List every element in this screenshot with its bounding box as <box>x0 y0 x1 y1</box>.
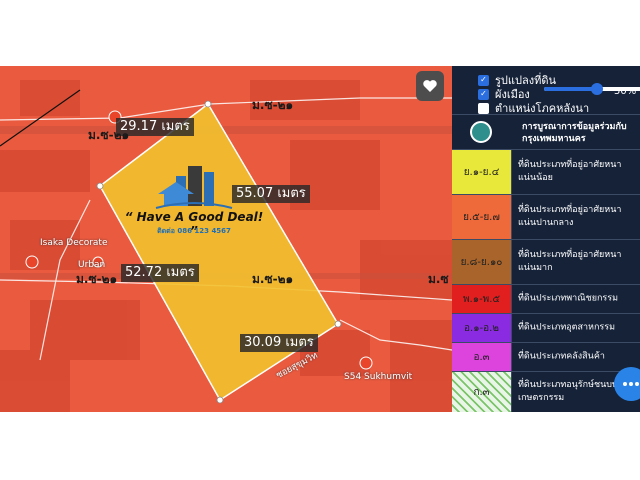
legend-desc: ที่ดินประเภทที่อยู่อาศัยหนาแน่นมาก <box>518 250 622 273</box>
legend-swatch: ย.๕-ย.๗ <box>452 195 512 239</box>
favorite-button[interactable] <box>416 71 444 101</box>
legend-row: ย.๘-ย.๑๐ ที่ดินประเภทที่อยู่อาศัยหนาแน่น… <box>452 240 640 285</box>
legend-title: การบูรณาการข้อมูลร่วมกับ กรุงเทพมหานคร <box>522 122 627 144</box>
building-logo-icon <box>155 166 233 209</box>
road-label: ม.ซ <box>428 272 449 286</box>
place-marker <box>25 255 39 269</box>
more-dots-icon <box>623 382 639 386</box>
opacity-slider-fill <box>544 87 594 91</box>
legend-swatch: ย.๑-ย.๔ <box>452 150 512 194</box>
legend-row: ก.๓ ที่ดินประเภทอนุรักษ์ชนบทและเกษตรกรรม <box>452 372 640 412</box>
checkbox-cityplan[interactable] <box>478 88 489 100</box>
legend-row: พ.๑-พ.๕ ที่ดินประเภทพาณิชยกรรม <box>452 285 640 314</box>
road-label: ม.ซ-๒๑ <box>252 272 294 286</box>
building-footprint <box>0 350 70 412</box>
legend-row: อ.๑-อ.๒ ที่ดินประเภทอุตสาหกรรม <box>452 314 640 343</box>
legend-swatch: อ.๓ <box>452 343 512 371</box>
more-options-button[interactable] <box>614 367 640 401</box>
layer-panel: รูปแปลงที่ดิน ผังเมือง 50% ตำแหน่งโภคหลั… <box>452 66 640 412</box>
legend-swatch: อ.๑-อ.๒ <box>452 314 512 342</box>
legend-row: อ.๓ ที่ดินประเภทคลังสินค้า <box>452 343 640 372</box>
place-label: S54 Sukhumvit <box>344 372 413 382</box>
parcel-vertex <box>96 182 104 190</box>
bma-seal-icon <box>470 121 492 143</box>
map-top-strip <box>324 0 452 72</box>
dimension-label: 52.72 เมตร <box>121 264 199 282</box>
legend-header: การบูรณาการข้อมูลร่วมกับ กรุงเทพมหานคร <box>452 114 640 150</box>
zoning-map[interactable]: 29.17 เมตร 55.07 เมตร 52.72 เมตร 30.09 เ… <box>0 66 452 412</box>
legend-swatch: พ.๑-พ.๕ <box>452 285 512 313</box>
logo-subtitle: ติดต่อ 086 123 4567 <box>157 227 231 235</box>
legend-desc: ที่ดินประเภทพาณิชยกรรม <box>518 293 619 304</box>
place-label: Urban <box>78 260 106 270</box>
legend-desc: ที่ดินประเภทคลังสินค้า <box>518 351 605 362</box>
place-marker <box>359 356 373 370</box>
legend-desc: ที่ดินประเภทที่อยู่อาศัยหนาแน่นน้อย <box>518 160 622 183</box>
checkbox-parcel[interactable] <box>478 74 489 86</box>
road-strip <box>0 126 452 134</box>
agent-logo: “ Have A Good Deal! ” ติดต่อ 086 123 456… <box>124 164 264 244</box>
parcel-vertex <box>216 396 224 404</box>
legend-swatch: ย.๘-ย.๑๐ <box>452 240 512 284</box>
opacity-value: 50% <box>614 86 637 97</box>
legend-swatch: ก.๓ <box>452 372 512 412</box>
legend-row: ย.๑-ย.๔ ที่ดินประเภทที่อยู่อาศัยหนาแน่นน… <box>452 150 640 195</box>
building-footprint <box>390 320 452 412</box>
heart-icon <box>423 80 437 92</box>
legend-desc: ที่ดินประเภทที่อยู่อาศัยหนาแน่นปานกลาง <box>518 205 622 228</box>
legend-row: ย.๕-ย.๗ ที่ดินประเภทที่อยู่อาศัยหนาแน่นป… <box>452 195 640 240</box>
road-label: ม.ซ-๒๑ <box>88 128 130 142</box>
dimension-label: 30.09 เมตร <box>240 334 318 352</box>
parcel-vertex <box>334 320 342 328</box>
checkbox-flood[interactable] <box>478 102 489 114</box>
road-label: ม.ซ-๒๑ <box>252 98 294 112</box>
legend-desc: ที่ดินประเภทอุตสาหกรรม <box>518 322 616 333</box>
building-footprint <box>0 150 90 192</box>
place-label: Isaka Decorate <box>40 238 108 248</box>
parcel-vertex <box>204 100 212 108</box>
road-label: ม.ซ-๒๑ <box>76 272 118 286</box>
opacity-slider-handle[interactable] <box>591 83 603 95</box>
map-viewport: 29.17 เมตร 55.07 เมตร 52.72 เมตร 30.09 เ… <box>0 0 640 412</box>
